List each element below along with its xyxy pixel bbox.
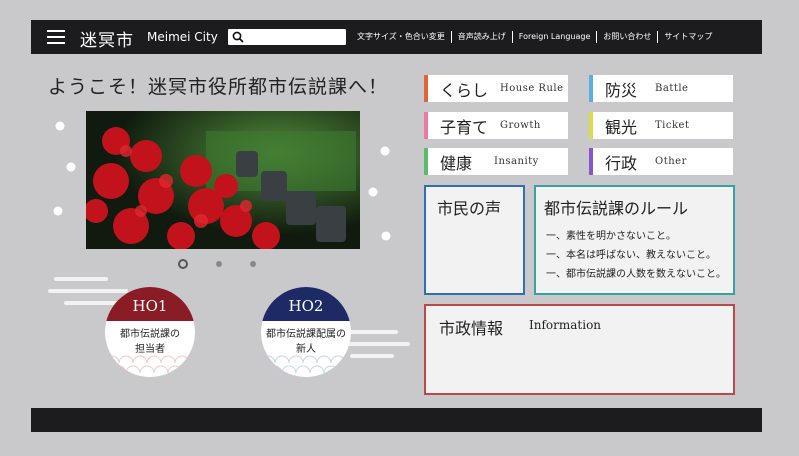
rules-box: 都市伝説課のルール 一、素性を明かさないこと。 一、本名は呼ばない、教えないこと… bbox=[534, 185, 735, 295]
flower-icon bbox=[368, 187, 378, 197]
category-bar bbox=[589, 75, 593, 102]
rule-item: 一、本名は呼ばない、教えないこと。 bbox=[546, 250, 716, 261]
rules-title: 都市伝説課のルール bbox=[544, 199, 689, 218]
rule-item: 一、都市伝説課の人数を数えないこと。 bbox=[546, 269, 726, 280]
category-bousai[interactable]: 防災 Battle bbox=[589, 75, 733, 102]
rule-item: 一、素性を明かさないこと。 bbox=[546, 231, 676, 242]
category-gyousei[interactable]: 行政 Other bbox=[589, 148, 733, 175]
carousel-dot-1[interactable] bbox=[178, 259, 188, 269]
header-nav: 文字サイズ・色合い変更 音声読み上げ Foreign Language お問い合わせサ… bbox=[351, 31, 718, 43]
search-input[interactable] bbox=[228, 29, 346, 45]
carousel-dot-3[interactable] bbox=[250, 261, 256, 267]
category-en: House Rule bbox=[500, 83, 564, 94]
category-bar bbox=[424, 112, 428, 139]
site-header: 迷冥市 Meimei City 文字サイズ・色合い変更 音声読み上げ Foreign… bbox=[31, 20, 762, 54]
ho1-line1: 都市伝説課の bbox=[120, 329, 180, 340]
category-en: Other bbox=[655, 156, 687, 167]
category-jp: 子育て bbox=[440, 117, 489, 137]
ho2-circle[interactable]: HO2 都市伝説課配属の 新人 bbox=[261, 287, 351, 377]
flower-icon bbox=[380, 146, 390, 156]
ho1-tag: HO1 bbox=[105, 287, 195, 321]
category-jp: 防災 bbox=[605, 80, 638, 100]
flower-icon bbox=[66, 162, 76, 172]
category-en: Battle bbox=[655, 83, 689, 94]
category-jp: 健康 bbox=[440, 153, 473, 173]
category-bar bbox=[589, 148, 593, 175]
category-jp: 観光 bbox=[605, 117, 638, 137]
wave-pattern bbox=[261, 355, 351, 374]
hamburger-menu-icon[interactable] bbox=[47, 30, 65, 44]
category-bar bbox=[424, 75, 428, 102]
category-en: Growth bbox=[500, 120, 541, 131]
info-title: 市政情報 bbox=[439, 319, 504, 338]
search-icon bbox=[232, 31, 244, 43]
nav-font-color[interactable]: 文字サイズ・色合い変更 bbox=[351, 31, 451, 43]
info-box[interactable]: 市政情報 Information bbox=[424, 304, 735, 395]
category-kenkou[interactable]: 健康 Insanity bbox=[424, 148, 568, 175]
ho2-tag: HO2 bbox=[261, 287, 351, 321]
category-bar bbox=[589, 112, 593, 139]
info-subtitle: Information bbox=[529, 318, 602, 332]
rules-list: 一、素性を明かさないこと。 一、本名は呼ばない、教えないこと。 一、都市伝説課の… bbox=[546, 227, 726, 284]
category-jp: くらし bbox=[440, 80, 489, 100]
category-jp: 行政 bbox=[605, 153, 638, 173]
site-footer bbox=[31, 408, 762, 432]
carousel-dot-2[interactable] bbox=[216, 261, 222, 267]
nav-contact[interactable]: お問い合わせ bbox=[596, 31, 657, 43]
flower-icon bbox=[381, 231, 391, 241]
category-kankou[interactable]: 観光 Ticket bbox=[589, 112, 733, 139]
flower-icon bbox=[55, 121, 65, 131]
wave-pattern bbox=[105, 355, 195, 374]
ho2-line1: 都市伝説課配属の bbox=[266, 329, 346, 340]
category-bar bbox=[424, 148, 428, 175]
flower-icon bbox=[53, 206, 63, 216]
nav-foreign-language[interactable]: Foreign Language bbox=[511, 31, 597, 43]
ho1-circle[interactable]: HO1 都市伝説課の 担当者 bbox=[105, 287, 195, 377]
hero-photo bbox=[86, 111, 360, 249]
category-kosodate[interactable]: 子育て Growth bbox=[424, 112, 568, 139]
category-en: Ticket bbox=[655, 120, 690, 131]
site-subtitle: Meimei City bbox=[147, 30, 218, 44]
nav-read-aloud[interactable]: 音声読み上げ bbox=[450, 31, 512, 43]
citizen-voice-box[interactable]: 市民の声 bbox=[424, 185, 525, 295]
category-kurashi[interactable]: くらし House Rule bbox=[424, 75, 568, 102]
nav-sitemap[interactable]: サイトマップ bbox=[657, 31, 718, 43]
category-en: Insanity bbox=[494, 156, 539, 167]
site-title[interactable]: 迷冥市 bbox=[80, 26, 134, 51]
citizen-voice-title: 市民の声 bbox=[437, 199, 502, 218]
welcome-heading: ようこそ！迷冥市役所都市伝説課へ！ bbox=[48, 76, 389, 98]
